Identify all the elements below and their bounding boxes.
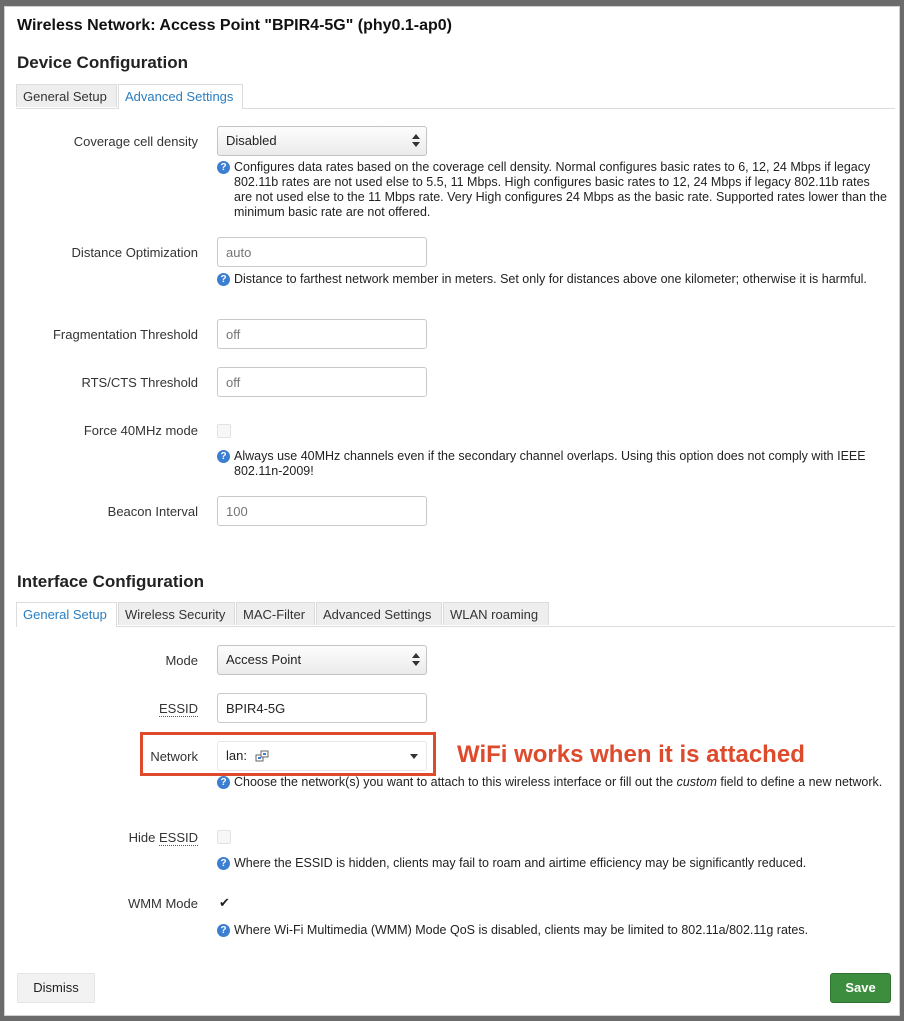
distance-help: ? Distance to farthest network member in… xyxy=(217,272,887,287)
frag-label: Fragmentation Threshold xyxy=(52,327,198,342)
hide-essid-label-abbr: ESSID xyxy=(158,830,198,846)
device-section-title: Device Configuration xyxy=(17,53,188,72)
tab-wireless-security[interactable]: Wireless Security xyxy=(118,602,235,625)
essid-input[interactable] xyxy=(217,693,427,723)
essid-label-text: ESSID xyxy=(158,701,198,717)
dialog-title: Wireless Network: Access Point "BPIR4-5G… xyxy=(17,17,453,34)
network-help-before: Choose the network(s) you want to attach… xyxy=(234,775,677,789)
tab-device-advanced-settings[interactable]: Advanced Settings xyxy=(118,84,243,109)
rts-input[interactable] xyxy=(217,367,427,397)
beacon-input[interactable] xyxy=(217,496,427,526)
distance-help-text: Distance to farthest network member in m… xyxy=(234,272,867,286)
force40-help: ? Always use 40MHz channels even if the … xyxy=(217,449,887,479)
help-circle-icon: ? xyxy=(217,924,230,937)
network-help-after: field to define a new network. xyxy=(716,775,883,789)
hide-essid-help-text: Where the ESSID is hidden, clients may f… xyxy=(234,856,807,870)
tab-wlan-roaming[interactable]: WLAN roaming xyxy=(443,602,549,625)
annotation-text: WiFi works when it is attached xyxy=(457,741,805,768)
help-circle-icon: ? xyxy=(217,857,230,870)
network-help-em: custom xyxy=(676,775,717,789)
wireless-config-dialog: Wireless Network: Access Point "BPIR4-5G… xyxy=(4,6,900,1016)
tab-iface-general-setup[interactable]: General Setup xyxy=(16,602,117,627)
tab-iface-advanced-settings[interactable]: Advanced Settings xyxy=(316,602,442,625)
hide-essid-label-prefix: Hide xyxy=(128,830,159,845)
mode-label: Mode xyxy=(165,653,198,668)
mode-select[interactable]: Access Point xyxy=(217,645,427,675)
coverage-select[interactable]: Disabled xyxy=(217,126,427,156)
help-circle-icon: ? xyxy=(217,161,230,174)
coverage-help: ? Configures data rates based on the cov… xyxy=(217,160,887,220)
help-circle-icon: ? xyxy=(217,776,230,789)
save-button[interactable]: Save xyxy=(830,973,891,1003)
wmm-label: WMM Mode xyxy=(127,896,198,911)
force40-checkbox[interactable] xyxy=(217,424,231,438)
hide-essid-label: Hide ESSID xyxy=(8,830,198,846)
frag-input[interactable] xyxy=(217,319,427,349)
network-help: ? Choose the network(s) you want to atta… xyxy=(217,775,887,790)
mode-value: Access Point xyxy=(226,652,302,667)
essid-label: ESSID xyxy=(8,701,198,717)
iface-section-title: Interface Configuration xyxy=(17,572,205,591)
force40-label: Force 40MHz mode xyxy=(83,423,198,438)
distance-label: Distance Optimization xyxy=(71,245,198,260)
coverage-value: Disabled xyxy=(226,133,277,148)
annotation-highlight-box xyxy=(140,732,436,776)
coverage-label: Coverage cell density xyxy=(73,134,198,149)
help-circle-icon: ? xyxy=(217,450,230,463)
hide-essid-checkbox[interactable] xyxy=(217,830,231,844)
help-circle-icon: ? xyxy=(217,273,230,286)
device-tabs: General Setup Advanced Settings xyxy=(16,84,895,109)
distance-input[interactable] xyxy=(217,237,427,267)
wmm-help-text: Where Wi-Fi Multimedia (WMM) Mode QoS is… xyxy=(234,923,809,937)
wmm-checkbox[interactable]: ✔ xyxy=(219,895,230,911)
tab-device-general-setup[interactable]: General Setup xyxy=(16,84,117,107)
tab-mac-filter[interactable]: MAC-Filter xyxy=(236,602,315,625)
hide-essid-help: ? Where the ESSID is hidden, clients may… xyxy=(217,856,887,871)
rts-label: RTS/CTS Threshold xyxy=(81,375,198,390)
wmm-help: ? Where Wi-Fi Multimedia (WMM) Mode QoS … xyxy=(217,923,887,938)
force40-help-text: Always use 40MHz channels even if the se… xyxy=(234,449,866,478)
coverage-help-text: Configures data rates based on the cover… xyxy=(234,160,887,219)
dismiss-button[interactable]: Dismiss xyxy=(17,973,95,1003)
iface-tabs: General Setup Wireless Security MAC-Filt… xyxy=(16,602,895,627)
select-arrows-icon xyxy=(412,653,420,667)
select-arrows-icon xyxy=(412,134,420,148)
beacon-label: Beacon Interval xyxy=(107,504,198,519)
